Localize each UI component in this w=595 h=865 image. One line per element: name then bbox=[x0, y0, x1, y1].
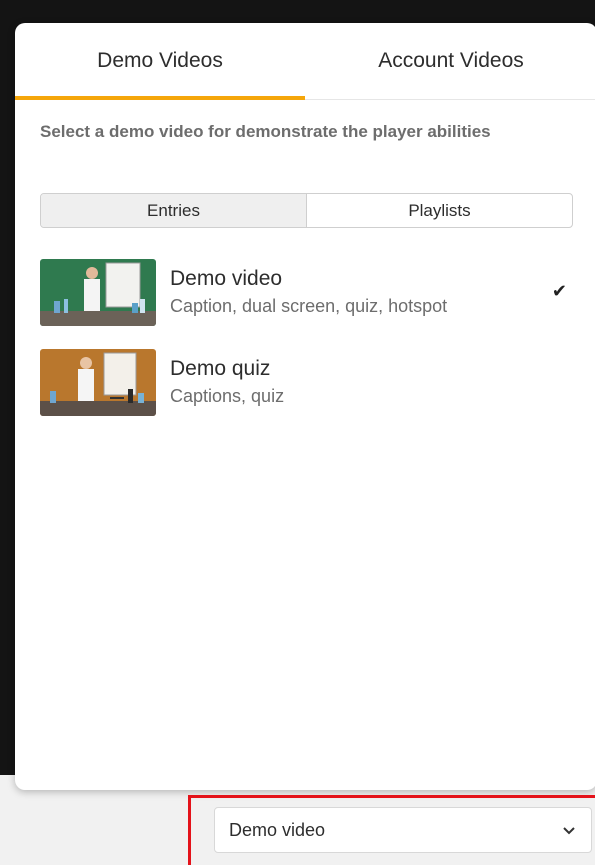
video-item-demo-video[interactable]: Demo video Caption, dual screen, quiz, h… bbox=[40, 259, 585, 349]
chevron-down-icon bbox=[563, 822, 575, 838]
video-subtitle: Captions, quiz bbox=[170, 386, 285, 406]
tab-demo-videos[interactable]: Demo Videos bbox=[15, 23, 305, 100]
entries-button[interactable]: Entries bbox=[41, 194, 307, 227]
tab-account-videos-label: Account Videos bbox=[378, 49, 524, 72]
video-title: Demo video bbox=[170, 267, 283, 290]
tab-bar: Demo Videos Account Videos bbox=[15, 23, 595, 100]
video-thumbnail bbox=[40, 349, 156, 416]
description-text: Select a demo video for demonstrate the … bbox=[40, 122, 491, 141]
video-item-demo-quiz[interactable]: Demo quiz Captions, quiz bbox=[40, 349, 585, 439]
video-title: Demo quiz bbox=[170, 357, 271, 380]
video-subtitle: Caption, dual screen, quiz, hotspot bbox=[170, 296, 448, 316]
tab-account-videos[interactable]: Account Videos bbox=[305, 23, 595, 99]
video-thumbnail bbox=[40, 259, 156, 326]
playlists-button[interactable]: Playlists bbox=[307, 194, 572, 227]
tab-demo-videos-label: Demo Videos bbox=[97, 49, 223, 72]
checkmark-icon: ✔ bbox=[551, 281, 567, 301]
selected-video-value: Demo video bbox=[229, 819, 326, 840]
video-select-dropdown[interactable]: Demo video bbox=[214, 807, 592, 853]
video-picker-panel: Demo Videos Account Videos Select a demo… bbox=[15, 23, 595, 790]
entries-playlists-toggle: Entries Playlists bbox=[40, 193, 573, 228]
video-list: Demo video Caption, dual screen, quiz, h… bbox=[40, 259, 585, 439]
